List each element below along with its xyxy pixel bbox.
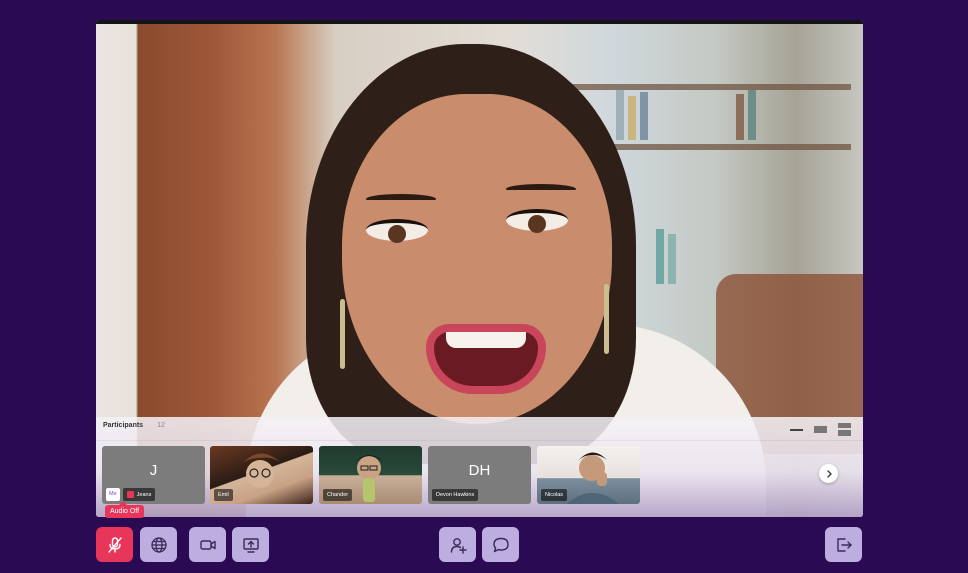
- chat-bubble-icon: [492, 537, 509, 552]
- participants-count: 12: [157, 422, 165, 429]
- screen-share-icon: [242, 537, 259, 553]
- audio-off-tooltip: Audio Off: [105, 501, 145, 518]
- participants-header: Participants 12: [103, 422, 165, 429]
- participant-name: Nicolas: [541, 489, 568, 501]
- participant-tile-nicolas[interactable]: Nicolas: [537, 446, 640, 504]
- participant-name: Chander: [323, 489, 353, 501]
- add-participant-button[interactable]: [439, 527, 476, 562]
- me-badge: Me: [106, 488, 120, 501]
- participant-tile-self[interactable]: J Me Jeans: [102, 446, 205, 504]
- participant-initials: DH: [468, 462, 491, 479]
- participant-name-text: Jeans: [136, 491, 152, 498]
- leave-call-button[interactable]: [825, 527, 862, 562]
- mute-button[interactable]: [96, 527, 133, 562]
- stage-top-bar: [96, 20, 863, 24]
- panel-divider: [96, 440, 863, 441]
- layout-grid-small-icon[interactable]: [814, 426, 827, 433]
- video-camera-icon: [199, 539, 216, 550]
- share-screen-button[interactable]: [232, 527, 269, 562]
- chevron-right-icon: [826, 469, 832, 478]
- mic-muted-icon: [126, 491, 134, 498]
- self-label: Me Jeans: [106, 488, 156, 501]
- globe-icon: [150, 536, 167, 553]
- participants-title: Participants: [103, 422, 144, 429]
- leave-icon: [836, 537, 852, 552]
- layout-switcher: [790, 423, 851, 436]
- participant-tile-devon-hawkins[interactable]: DH Devon Hawkins: [428, 446, 531, 504]
- chat-button[interactable]: [482, 527, 519, 562]
- participant-name: Devon Hawkins: [432, 489, 479, 501]
- video-stage: Participants 12 J Me Jeans Emil Chander …: [96, 20, 863, 517]
- participant-tile-emil[interactable]: Emil: [210, 446, 313, 504]
- participant-initials: J: [149, 462, 158, 479]
- participants-next-button[interactable]: [819, 464, 838, 483]
- language-button[interactable]: [140, 527, 177, 562]
- camera-button[interactable]: [189, 527, 226, 562]
- layout-strip-icon[interactable]: [790, 428, 803, 432]
- participant-tile-chander[interactable]: Chander: [319, 446, 422, 504]
- participant-name: Emil: [214, 489, 233, 501]
- mic-off-icon: [107, 536, 122, 553]
- layout-grid-large-icon[interactable]: [838, 423, 851, 436]
- add-user-icon: [450, 537, 467, 554]
- participant-name: Jeans: [122, 488, 156, 501]
- participants-panel: Participants 12 J Me Jeans Emil Chander …: [96, 417, 863, 517]
